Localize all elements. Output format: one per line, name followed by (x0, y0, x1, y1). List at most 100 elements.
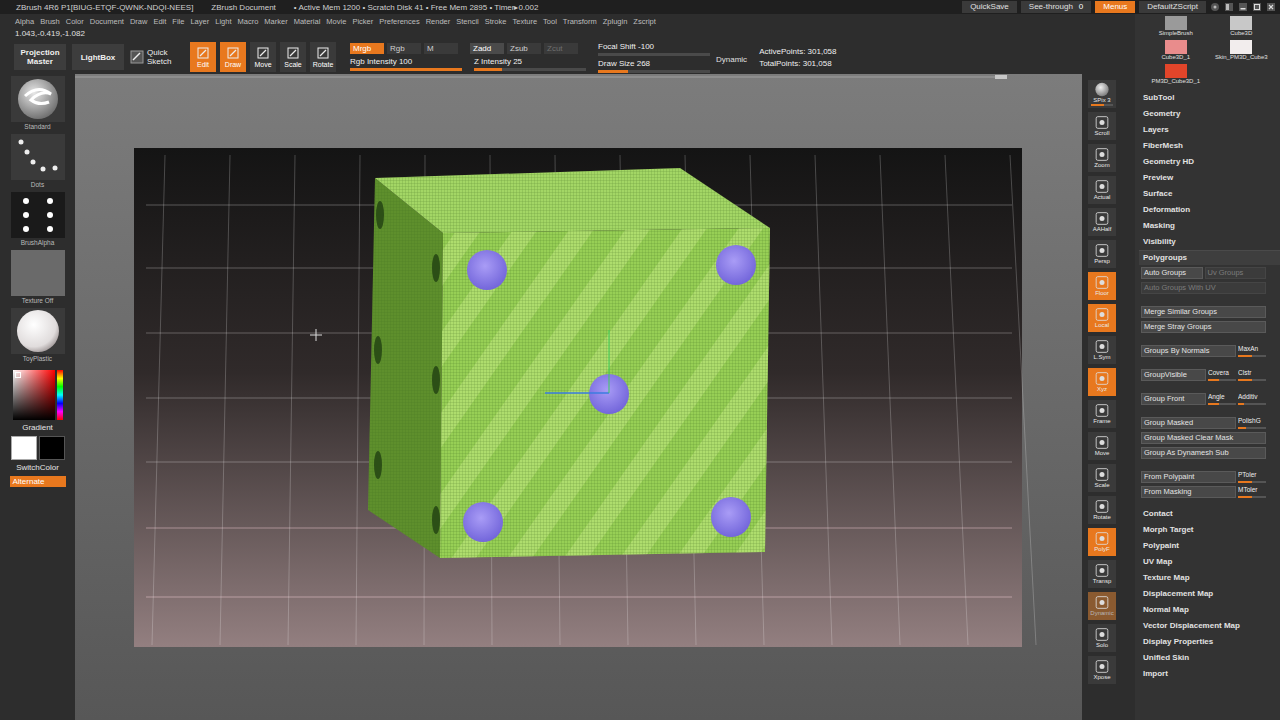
depth-mode-button[interactable]: Zcut (544, 43, 578, 54)
color-channel-button[interactable]: Mrgb (350, 43, 384, 54)
canvas-scrollbar[interactable] (75, 76, 1005, 78)
color-swatch[interactable] (11, 436, 37, 460)
polygroup-slider[interactable]: MToler (1238, 486, 1266, 498)
depth-mode-button[interactable]: Zsub (507, 43, 541, 54)
help-icon[interactable] (1210, 2, 1220, 12)
polygroup-slider[interactable]: Angle (1208, 393, 1236, 405)
menu-item[interactable]: Macro (237, 17, 258, 26)
menu-item[interactable]: Zscript (633, 17, 656, 26)
view-button[interactable]: L.Sym (1088, 336, 1116, 364)
view-button[interactable]: Xpose (1088, 656, 1116, 684)
polygroup-button[interactable]: Auto Groups With UV (1141, 282, 1266, 294)
projection-master-button[interactable]: Projection Master (14, 44, 66, 70)
spix-slider[interactable]: SPix 3 (1088, 80, 1116, 108)
polygroup-button[interactable]: Group Front (1141, 393, 1206, 405)
viewport[interactable] (75, 74, 1082, 720)
title-button[interactable]: QuickSave (962, 1, 1017, 13)
shelf-item[interactable]: Dots (11, 134, 65, 189)
menu-item[interactable]: Brush (40, 17, 60, 26)
color-picker[interactable] (13, 370, 63, 420)
view-button[interactable]: Persp (1088, 240, 1116, 268)
polygroup-button[interactable]: From Masking (1141, 486, 1236, 498)
mode-button[interactable]: Scale (280, 42, 306, 72)
palette-header[interactable]: Geometry HD (1139, 154, 1280, 170)
switch-color-button[interactable]: SwitchColor (16, 463, 59, 473)
close-icon[interactable] (1266, 2, 1276, 12)
mode-button[interactable]: Move (250, 42, 276, 72)
view-button[interactable]: Zoom (1088, 144, 1116, 172)
mode-button[interactable]: Draw (220, 42, 246, 72)
title-button[interactable]: DefaultZScript (1139, 1, 1206, 13)
polygroup-slider[interactable]: PToler (1238, 471, 1266, 483)
polygroup-button[interactable]: GroupVisible (1141, 369, 1206, 381)
canvas[interactable] (75, 74, 1082, 720)
menu-item[interactable]: Marker (264, 17, 287, 26)
view-button[interactable]: Local (1088, 304, 1116, 332)
title-button[interactable]: Menus (1095, 1, 1135, 13)
depth-mode-button[interactable]: Zadd (470, 43, 504, 54)
polygroup-button[interactable]: Group As Dynamesh Sub (1141, 447, 1266, 459)
menu-item[interactable]: Document (90, 17, 124, 26)
menu-item[interactable]: Layer (190, 17, 209, 26)
menu-item[interactable]: Transform (563, 17, 597, 26)
palette-header[interactable]: Polygroups (1139, 250, 1280, 265)
polygroup-button[interactable]: Uv Groups (1205, 267, 1267, 279)
tool-thumbnail[interactable]: SimpleBrush (1145, 16, 1207, 38)
shelf-item[interactable]: ToyPlastic (11, 308, 65, 363)
palette-header[interactable]: Morph Target (1139, 522, 1280, 538)
menu-item[interactable]: Stroke (485, 17, 507, 26)
polygroup-slider[interactable]: Additiv (1238, 393, 1266, 405)
polygroup-button[interactable]: Group Masked Clear Mask (1141, 432, 1266, 444)
mode-button[interactable]: Edit (190, 42, 216, 72)
tool-thumbnail[interactable]: Cube3D (1211, 16, 1273, 38)
title-button[interactable]: See-through0 (1021, 1, 1091, 13)
palette-header[interactable]: Surface (1139, 186, 1280, 202)
polygroup-button[interactable]: Merge Similar Groups (1141, 306, 1266, 318)
menu-item[interactable]: Movie (326, 17, 346, 26)
maximize-icon[interactable] (1252, 2, 1262, 12)
palette-header[interactable]: SubTool (1139, 90, 1280, 106)
view-button[interactable]: Actual (1088, 176, 1116, 204)
palette-header[interactable]: Displacement Map (1139, 586, 1280, 602)
mode-button[interactable]: Rotate (310, 42, 336, 72)
quick-sketch-button[interactable]: Quick Sketch (130, 48, 184, 66)
polygroup-button[interactable]: Merge Stray Groups (1141, 321, 1266, 333)
menu-item[interactable]: Material (294, 17, 321, 26)
intensity-slider[interactable]: Z Intensity 25 (474, 57, 586, 71)
polygroup-slider[interactable]: Covera (1208, 369, 1236, 381)
palette-header[interactable]: Geometry (1139, 106, 1280, 122)
brush-slider[interactable]: Draw Size 268 (598, 59, 710, 73)
tool-thumbnail[interactable]: Skin_PM3D_Cube3 (1211, 40, 1273, 62)
palette-header[interactable]: Texture Map (1139, 570, 1280, 586)
palette-header[interactable]: FiberMesh (1139, 138, 1280, 154)
polygroup-button[interactable]: Group Masked (1141, 417, 1236, 429)
view-button[interactable]: Xyz (1088, 368, 1116, 396)
polygroup-slider[interactable]: Clstr (1238, 369, 1266, 381)
palette-header[interactable]: Layers (1139, 122, 1280, 138)
alternate-button[interactable]: Alternate (10, 476, 66, 487)
palette-header[interactable]: Normal Map (1139, 602, 1280, 618)
menu-item[interactable]: Color (66, 17, 84, 26)
palette-header[interactable]: Masking (1139, 218, 1280, 234)
minimize-icon[interactable] (1238, 2, 1248, 12)
palette-header[interactable]: UV Map (1139, 554, 1280, 570)
lightbox-button[interactable]: LightBox (72, 44, 124, 70)
view-button[interactable]: Dynamic (1088, 592, 1116, 620)
brush-slider[interactable]: Focal Shift -100 (598, 42, 710, 56)
polygroup-button[interactable]: From Polypaint (1141, 471, 1236, 483)
gradient-label[interactable]: Gradient (22, 423, 53, 433)
palette-header[interactable]: Contact (1139, 506, 1280, 522)
polygroup-button[interactable]: Auto Groups (1141, 267, 1203, 279)
menu-item[interactable]: File (172, 17, 184, 26)
menu-item[interactable]: Stencil (456, 17, 479, 26)
view-button[interactable]: Rotate (1088, 496, 1116, 524)
shelf-item[interactable]: Standard (11, 76, 65, 131)
view-button[interactable]: Scale (1088, 464, 1116, 492)
menu-item[interactable]: Texture (512, 17, 537, 26)
view-button[interactable]: AAHalf (1088, 208, 1116, 236)
palette-header[interactable]: Vector Displacement Map (1139, 618, 1280, 634)
palette-header[interactable]: Polypaint (1139, 538, 1280, 554)
transform-gizmo[interactable] (545, 330, 609, 393)
polygroup-slider[interactable]: MaxAn (1238, 345, 1266, 357)
polygroup-slider[interactable]: PolishG (1238, 417, 1266, 429)
